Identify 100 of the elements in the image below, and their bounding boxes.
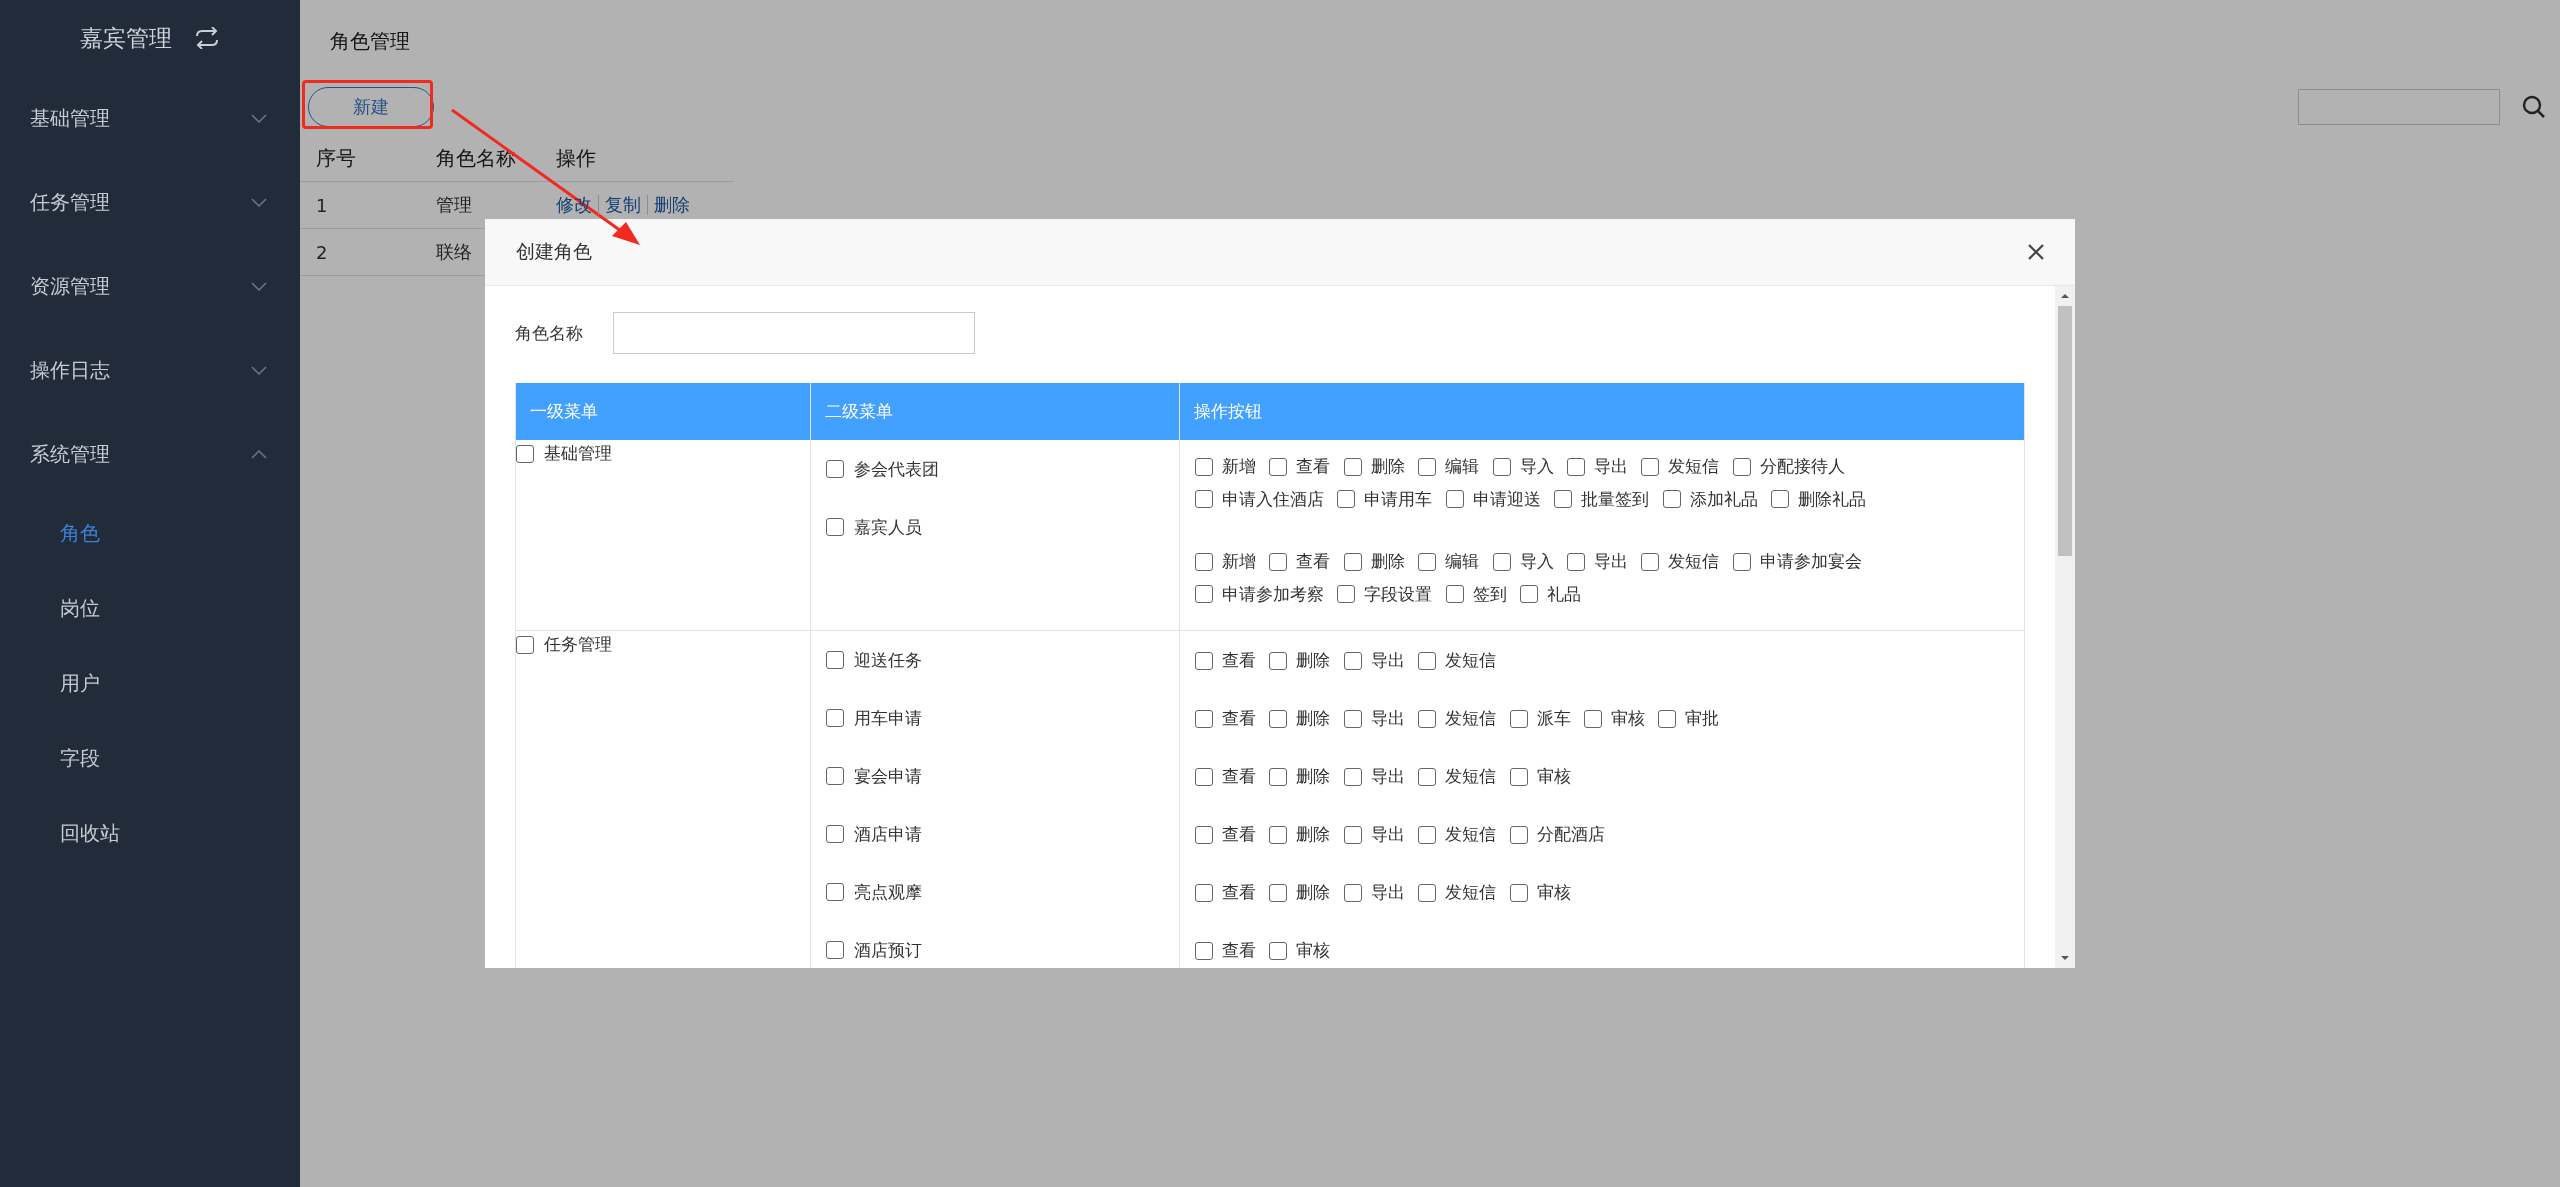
checkbox[interactable] (1509, 825, 1528, 844)
app-title: 嘉宾管理 (80, 23, 172, 53)
checkbox-label: 亮点观摩 (854, 880, 922, 904)
checkbox[interactable] (826, 709, 844, 727)
table-cell: 2 (316, 241, 328, 263)
checkbox[interactable] (826, 883, 844, 901)
checkbox[interactable] (1418, 883, 1437, 902)
checkbox-label: 导入 (1519, 455, 1554, 478)
checkbox[interactable] (826, 825, 844, 843)
checkbox[interactable] (1269, 825, 1288, 844)
checkbox[interactable] (1269, 883, 1288, 902)
checkbox[interactable] (1520, 585, 1539, 603)
menu-group[interactable]: 基础管理 (0, 76, 300, 160)
checkbox[interactable] (1195, 825, 1213, 844)
checkbox[interactable] (1418, 552, 1437, 571)
checkbox[interactable] (1195, 585, 1213, 603)
checkbox[interactable] (1554, 490, 1573, 508)
checkbox-label: 发短信 (1445, 765, 1497, 788)
checkbox[interactable] (1195, 767, 1213, 786)
checkbox-label: 删除 (1296, 649, 1331, 672)
checkbox[interactable] (1337, 585, 1356, 603)
checkbox-label: 删除 (1296, 707, 1331, 730)
checkbox[interactable] (1195, 651, 1213, 670)
checkbox[interactable] (1418, 651, 1437, 670)
checkbox[interactable] (1269, 767, 1288, 786)
checkbox[interactable] (826, 941, 844, 959)
checkbox[interactable] (1195, 883, 1213, 902)
checkbox-label: 导出 (1370, 823, 1405, 846)
checkbox-label: 编辑 (1445, 550, 1480, 573)
checkbox[interactable] (826, 460, 844, 478)
column-header: 二级菜单 (810, 383, 1179, 440)
menu-group[interactable]: 资源管理 (0, 244, 300, 328)
checkbox[interactable] (1641, 552, 1660, 571)
menu-item[interactable]: 字段 (0, 721, 300, 796)
role-name-field[interactable] (613, 312, 975, 354)
checkbox[interactable] (1509, 883, 1528, 902)
checkbox[interactable] (1343, 883, 1362, 902)
checkbox[interactable] (1269, 457, 1288, 476)
menu-group[interactable]: 系统管理 (0, 412, 300, 496)
checkbox[interactable] (1337, 490, 1356, 508)
checkbox[interactable] (1195, 457, 1213, 476)
checkbox[interactable] (1658, 709, 1677, 728)
checkbox[interactable] (826, 651, 844, 669)
checkbox[interactable] (1771, 490, 1790, 508)
menu-group[interactable]: 操作日志 (0, 328, 300, 412)
menu-item[interactable]: 角色 (0, 496, 300, 571)
checkbox[interactable] (1269, 552, 1288, 571)
search-icon[interactable] (2522, 95, 2546, 119)
checkbox[interactable] (1195, 490, 1213, 508)
checkbox[interactable] (1343, 767, 1362, 786)
checkbox[interactable] (1732, 457, 1751, 476)
checkbox[interactable] (1418, 825, 1437, 844)
menu-item[interactable]: 用户 (0, 646, 300, 721)
checkbox[interactable] (826, 767, 844, 785)
action-link[interactable]: 复制 (605, 193, 641, 217)
checkbox[interactable] (1269, 709, 1288, 728)
checkbox[interactable] (1509, 709, 1528, 728)
checkbox[interactable] (1343, 457, 1362, 476)
checkbox-label: 添加礼品 (1689, 487, 1758, 511)
checkbox[interactable] (1662, 490, 1681, 508)
checkbox[interactable] (1418, 767, 1437, 786)
checkbox[interactable] (1269, 941, 1288, 960)
checkbox[interactable] (1584, 709, 1603, 728)
checkbox[interactable] (1492, 457, 1511, 476)
table-cell: 1 (316, 194, 328, 216)
checkbox[interactable] (1195, 552, 1213, 571)
close-icon[interactable] (2027, 243, 2045, 261)
checkbox[interactable] (1195, 941, 1213, 960)
checkbox[interactable] (1732, 552, 1751, 571)
search-field[interactable] (2298, 89, 2500, 125)
checkbox-label: 申请用车 (1364, 487, 1433, 511)
checkbox[interactable] (1418, 457, 1437, 476)
checkbox[interactable] (1418, 709, 1437, 728)
menu-item[interactable]: 回收站 (0, 796, 300, 871)
checkbox-label: 申请迎送 (1472, 487, 1541, 511)
checkbox[interactable] (516, 635, 534, 654)
checkbox-label: 宴会申请 (854, 764, 922, 788)
menu-group[interactable]: 任务管理 (0, 160, 300, 244)
checkbox[interactable] (1269, 651, 1288, 670)
checkbox[interactable] (1567, 552, 1586, 571)
checkbox[interactable] (1343, 709, 1362, 728)
checkbox[interactable] (826, 518, 844, 536)
checkbox[interactable] (1343, 825, 1362, 844)
checkbox-label: 删除 (1370, 550, 1405, 573)
swap-icon[interactable] (194, 27, 220, 49)
checkbox[interactable] (1567, 457, 1586, 476)
checkbox[interactable] (1641, 457, 1660, 476)
checkbox[interactable] (1195, 709, 1213, 728)
action-link[interactable]: 删除 (654, 193, 690, 217)
scrollbar[interactable] (2055, 286, 2075, 968)
checkbox-label: 导出 (1594, 455, 1629, 478)
checkbox[interactable] (516, 444, 534, 463)
checkbox-label: 迎送任务 (854, 648, 922, 672)
menu-item[interactable]: 岗位 (0, 571, 300, 646)
checkbox[interactable] (1492, 552, 1511, 571)
checkbox[interactable] (1445, 490, 1464, 508)
checkbox[interactable] (1343, 651, 1362, 670)
checkbox[interactable] (1509, 767, 1528, 786)
checkbox[interactable] (1445, 585, 1464, 603)
checkbox[interactable] (1343, 552, 1362, 571)
